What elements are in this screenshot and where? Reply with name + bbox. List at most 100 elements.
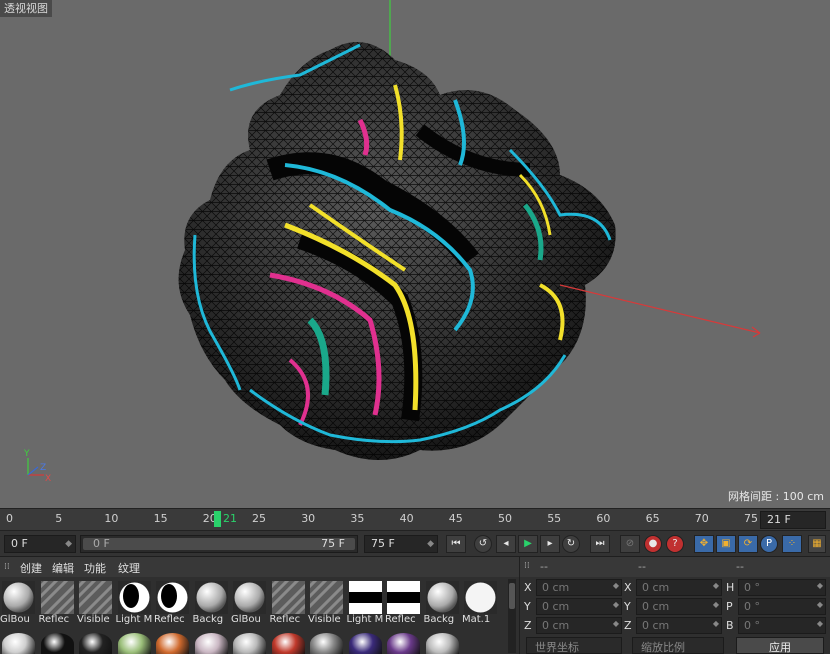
coord-value-field[interactable]: 0 cm ◆	[636, 598, 722, 615]
material-preview	[40, 581, 74, 614]
autokey-button[interactable]: ●	[644, 535, 662, 553]
material-swatch[interactable]: Light M	[116, 579, 153, 627]
material-swatch[interactable]: Mat.1	[462, 579, 499, 627]
coord-value-field[interactable]: 0 cm ◆	[536, 617, 622, 634]
play-button[interactable]: ▶	[518, 535, 538, 553]
material-swatch[interactable]: GlBou	[231, 579, 268, 627]
panel-grip-icon[interactable]: ⁞⁞	[524, 561, 530, 571]
move-key-icon[interactable]: ✥	[694, 535, 714, 553]
coord-value-field[interactable]: 0 ° ◆	[738, 617, 826, 634]
coord-value-field[interactable]: 0 cm ◆	[636, 579, 722, 596]
playhead[interactable]	[214, 511, 221, 527]
scale-key-icon[interactable]: ▣	[716, 535, 736, 553]
coord-value-field[interactable]: 0 cm ◆	[636, 617, 722, 634]
material-preview	[387, 581, 420, 614]
film-strip-icon[interactable]: ▦	[808, 535, 826, 553]
preview-range-slider[interactable]: 0 F 75 F	[80, 535, 358, 553]
scrollbar-thumb[interactable]	[509, 583, 515, 609]
end-frame-field[interactable]: 75 F ◆	[364, 535, 438, 553]
next-frame-button[interactable]: ▸	[540, 535, 560, 553]
gizmo-z-label: Z	[40, 463, 46, 473]
material-swatch[interactable]: Backg	[424, 579, 461, 627]
tick-label: 65	[645, 512, 660, 525]
material-swatch-partial[interactable]	[387, 633, 420, 654]
coord-mode-select[interactable]: 世界坐标	[526, 637, 622, 654]
menu-texture[interactable]: 纹理	[118, 560, 140, 576]
coord-value-field[interactable]: 0 ° ◆	[738, 579, 826, 596]
material-swatch[interactable]: Visible	[77, 579, 114, 627]
coord-value: 0 cm	[642, 581, 670, 594]
material-swatch[interactable]: GlBou	[0, 579, 37, 627]
current-frame-field[interactable]: 21 F	[760, 511, 826, 529]
stepper-icon: ◆	[612, 619, 619, 628]
record-keys-button[interactable]: ⊘	[620, 535, 640, 553]
skip-to-end-button[interactable]: ⏭	[590, 535, 610, 553]
material-swatch[interactable]: Backg	[193, 579, 230, 627]
gizmo-x-label: X	[45, 474, 51, 484]
timeline-ruler[interactable]: 0 5 10 15 20 25 30 35 40 45 50 55 60 65 70 75 21 21 F	[0, 508, 830, 530]
material-swatch-partial[interactable]	[194, 633, 228, 654]
tick-label: 60	[596, 512, 611, 525]
coords-header: ⁞⁞ -- -- --	[520, 557, 830, 577]
material-swatch-partial[interactable]	[425, 633, 459, 654]
material-swatch-partial[interactable]	[2, 633, 35, 654]
material-swatch[interactable]: Reflec	[39, 579, 76, 627]
pla-key-icon[interactable]: ⁘	[782, 535, 802, 553]
material-swatch-partial[interactable]	[348, 633, 382, 654]
apply-button[interactable]: 应用	[736, 637, 824, 654]
material-preview	[464, 581, 497, 614]
material-swatch-partial[interactable]	[310, 633, 343, 654]
material-swatch-partial[interactable]	[156, 633, 189, 654]
stepper-icon: ◆	[816, 581, 823, 590]
preview-range-fill[interactable]	[83, 538, 355, 550]
material-preview	[194, 581, 228, 614]
coord-value-field[interactable]: 0 cm ◆	[536, 579, 622, 596]
viewport-title[interactable]: 透视视图	[0, 0, 52, 17]
menu-edit[interactable]: 编辑	[52, 560, 74, 576]
material-swatch-partial[interactable]	[40, 633, 74, 654]
coords-header-size: --	[638, 560, 646, 573]
coord-row: Y 0 cm ◆ Y 0 cm ◆ P 0 ° ◆	[520, 598, 830, 616]
perspective-viewport[interactable]: Y Z X 透视视图 网格间距 : 100 cm	[0, 0, 830, 508]
panel-grip-icon[interactable]: ⁞⁞	[4, 562, 14, 572]
coord-axis-label: Y	[524, 600, 531, 613]
material-swatch-partial[interactable]	[233, 633, 266, 654]
stepper-icon: ◆	[427, 539, 434, 549]
material-swatch[interactable]: Reflec	[385, 579, 422, 627]
stepper-icon: ◆	[816, 600, 823, 609]
material-swatch-partial[interactable]	[117, 633, 151, 654]
material-swatch-partial[interactable]	[271, 633, 305, 654]
material-name: Visible	[308, 614, 341, 625]
material-name: Visible	[77, 614, 110, 625]
next-key-button[interactable]: ↻	[562, 535, 580, 553]
material-swatch[interactable]: Reflec	[154, 579, 191, 627]
help-key-button[interactable]: ?	[666, 535, 684, 553]
prev-frame-button[interactable]: ◂	[496, 535, 516, 553]
skip-to-start-button[interactable]: ⏮	[446, 535, 466, 553]
coord-value-field[interactable]: 0 ° ◆	[738, 598, 826, 615]
param-key-icon[interactable]: P	[760, 535, 778, 553]
menu-create[interactable]: 创建	[20, 560, 42, 576]
stepper-icon: ◆	[712, 581, 719, 590]
tick-label: 45	[448, 512, 463, 525]
material-name: Reflec	[154, 614, 185, 625]
material-swatch[interactable]: Reflec	[270, 579, 307, 627]
gizmo-y-label: Y	[23, 449, 30, 459]
material-scrollbar[interactable]	[508, 579, 516, 653]
material-name: GlBou	[0, 614, 30, 625]
material-swatch-partial[interactable]	[79, 633, 112, 654]
prev-key-button[interactable]: ↺	[474, 535, 492, 553]
material-preview	[425, 581, 459, 614]
rotate-key-icon[interactable]: ⟳	[738, 535, 758, 553]
menu-function[interactable]: 功能	[84, 560, 106, 576]
material-swatch[interactable]: Light M	[347, 579, 384, 627]
timeline-ticks[interactable]: 0 5 10 15 20 25 30 35 40 45 50 55 60 65 70 75	[0, 509, 758, 531]
tick-label: 55	[547, 512, 562, 525]
scale-mode-select[interactable]: 缩放比例	[632, 637, 724, 654]
material-menu-bar: ⁞⁞ 创建 编辑 功能 纹理	[0, 557, 519, 577]
material-name: GlBou	[231, 614, 261, 625]
coord-value-field[interactable]: 0 cm ◆	[536, 598, 622, 615]
start-frame-field[interactable]: 0 F ◆	[4, 535, 76, 553]
material-swatch[interactable]: Visible	[308, 579, 345, 627]
material-preview	[348, 581, 382, 614]
